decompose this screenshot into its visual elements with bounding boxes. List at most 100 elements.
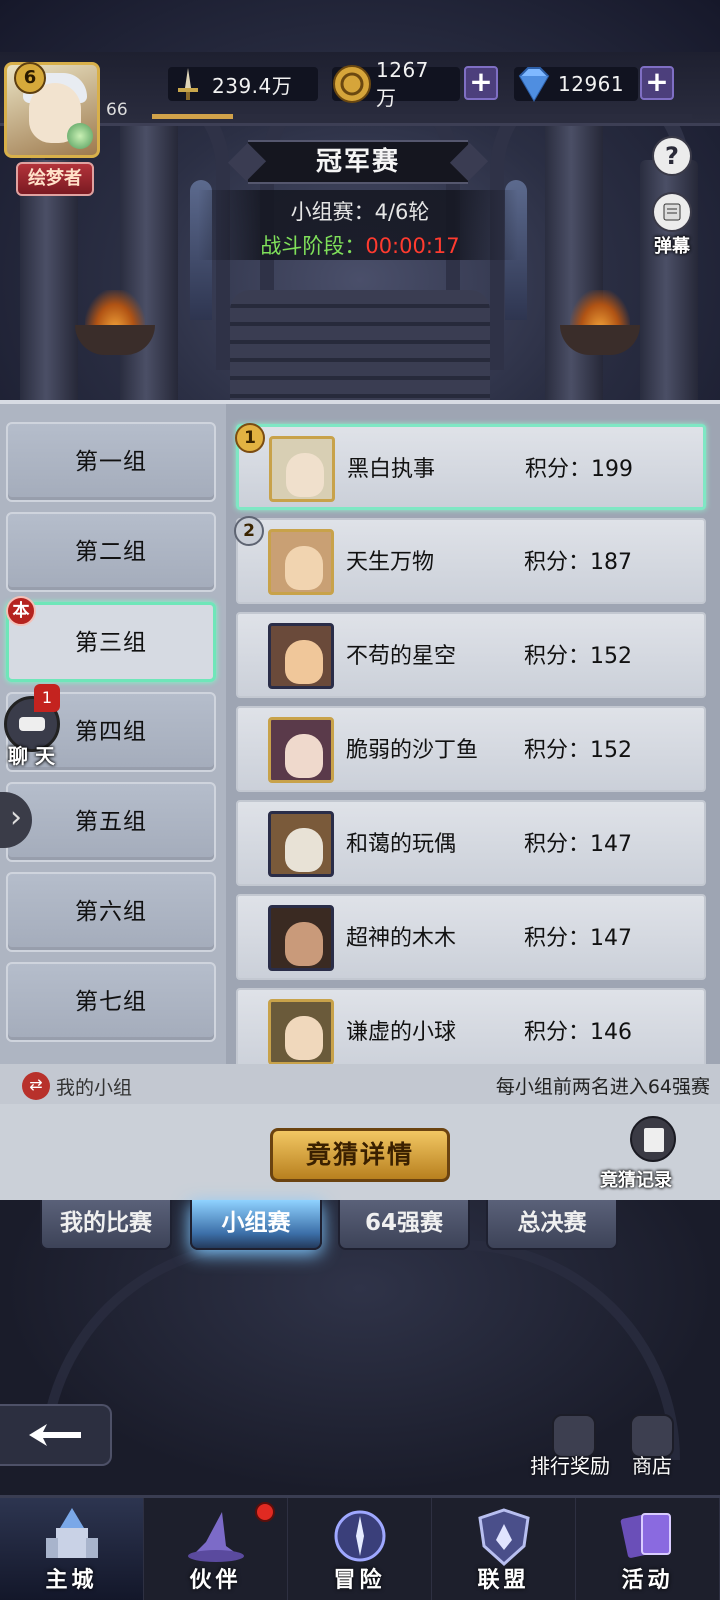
player-row[interactable]: 1 黑白执事 积分：199 xyxy=(235,423,706,510)
nav-label: 主城 xyxy=(45,1568,98,1593)
rank-medal-icon: 1 xyxy=(235,423,265,453)
danmu-label: 弹幕 xyxy=(654,236,690,257)
gold-coin-icon xyxy=(332,64,372,104)
phase-info: 战斗阶段：00:00:17 xyxy=(0,230,720,260)
phase-label: 战斗阶段： xyxy=(260,234,366,258)
diamond-icon xyxy=(514,64,554,104)
player-name: 黑白执事 xyxy=(347,457,436,482)
compass-icon xyxy=(334,1510,386,1562)
diamond-value: 12961 xyxy=(558,72,625,96)
bottom-nav: 主城 伙伴 冒险 联盟 活动 xyxy=(0,1495,720,1600)
player-portrait xyxy=(268,623,334,689)
group-footer: ⇄ 我的小组 每小组前两名进入64强赛 xyxy=(0,1064,720,1104)
my-group-label: 我的小组 xyxy=(56,1076,133,1099)
power-value: 239.4万 xyxy=(212,73,293,98)
arena-stairs xyxy=(230,290,490,400)
back-button[interactable] xyxy=(0,1404,112,1466)
sword-icon xyxy=(168,64,208,104)
player-name: 谦虚的小球 xyxy=(346,1020,457,1045)
power-resource: 239.4万 xyxy=(168,62,318,106)
bet-record-icon[interactable] xyxy=(630,1116,676,1162)
player-row[interactable]: 脆弱的沙丁鱼 积分：152 xyxy=(236,706,706,792)
player-name: 脆弱的沙丁鱼 xyxy=(346,738,479,763)
cards-icon xyxy=(620,1513,671,1558)
phase-timer: 00:00:17 xyxy=(365,234,460,258)
danmu-button[interactable] xyxy=(652,192,692,232)
group-tab-5[interactable]: 第五组 xyxy=(6,782,216,862)
nav-label: 联盟 xyxy=(477,1568,530,1593)
nav-item-adventure[interactable]: 冒险 xyxy=(288,1498,432,1600)
group-tab-1[interactable]: 第一组 xyxy=(6,422,216,502)
player-score: 积分：147 xyxy=(524,926,632,951)
player-portrait xyxy=(268,811,334,877)
player-score: 积分：187 xyxy=(524,550,632,575)
rank-medal-icon: 2 xyxy=(234,516,264,546)
exp-bar-fill xyxy=(152,114,233,119)
group-tab-6[interactable]: 第六组 xyxy=(6,872,216,952)
shop-label[interactable]: 商店 xyxy=(632,1450,672,1479)
player-name: 超神的木木 xyxy=(346,926,457,951)
nav-item-partner[interactable]: 伙伴 xyxy=(144,1498,288,1600)
rank-reward-label[interactable]: 排行奖励 xyxy=(530,1450,610,1479)
bet-record-label[interactable]: 竟猜记录 xyxy=(600,1166,672,1192)
shield-icon xyxy=(478,1508,530,1567)
gold-value: 1267万 xyxy=(376,57,429,110)
player-row[interactable]: 谦虚的小球 积分：146 xyxy=(236,988,706,1064)
group-panel: 第一组 第二组 第三组 第四组 第五组 第六组 第七组 1 黑白执事 积分：19… xyxy=(0,400,720,1204)
player-score: 积分：146 xyxy=(524,1020,632,1045)
player-row[interactable]: 超神的木木 积分：147 xyxy=(236,894,706,980)
gold-resource: 1267万 xyxy=(332,58,460,110)
round-text: 小组赛：4/6轮 xyxy=(290,200,430,224)
player-row[interactable]: 和蔼的玩偶 积分：147 xyxy=(236,800,706,886)
nav-item-event[interactable]: 活动 xyxy=(576,1498,720,1600)
player-title-badge[interactable]: 绘梦者 xyxy=(16,162,94,196)
scroll-icon xyxy=(663,203,681,221)
group-tab-3[interactable]: 第三组 xyxy=(6,602,216,682)
tab-group-stage[interactable]: 小组赛 xyxy=(190,1200,322,1250)
player-portrait xyxy=(268,905,334,971)
bet-details-button[interactable]: 竟猜详情 xyxy=(270,1128,450,1182)
player-score: 积分：152 xyxy=(524,644,632,669)
witch-hat-icon xyxy=(188,1512,244,1562)
player-score: 积分：199 xyxy=(525,457,633,482)
player-row[interactable]: 2 天生万物 积分：187 xyxy=(234,516,706,604)
exp-bar xyxy=(152,114,692,119)
page-title: 冠军赛 xyxy=(248,140,468,184)
element-orb-icon xyxy=(67,123,93,149)
castle-icon xyxy=(46,1508,98,1558)
group-tab-2[interactable]: 第二组 xyxy=(6,512,216,592)
player-portrait xyxy=(268,717,334,783)
player-row[interactable]: 不苟的星空 积分：152 xyxy=(236,612,706,698)
bet-strip: 竟猜详情 竟猜记录 xyxy=(0,1104,720,1204)
advance-rule-text: 每小组前两名进入64强赛 xyxy=(495,1076,710,1098)
tab-top64[interactable]: 64强赛 xyxy=(338,1200,470,1250)
player-score: 积分：152 xyxy=(524,738,632,763)
player-name: 和蔼的玩偶 xyxy=(346,832,457,857)
chat-icon xyxy=(19,717,45,731)
group-tab-7[interactable]: 第七组 xyxy=(6,962,216,1042)
player-name: 天生万物 xyxy=(346,550,435,575)
add-gold-button[interactable]: + xyxy=(464,66,498,100)
add-diamond-button[interactable]: + xyxy=(640,66,674,100)
player-score: 积分：147 xyxy=(524,832,632,857)
swap-icon: ⇄ xyxy=(22,1072,50,1100)
nav-label: 活动 xyxy=(621,1568,674,1593)
player-level: 66 xyxy=(106,100,128,120)
my-group-button[interactable]: ⇄ 我的小组 xyxy=(22,1072,132,1100)
my-group-badge: 本 xyxy=(6,596,36,626)
help-button[interactable]: ? xyxy=(652,136,692,176)
chat-unread-count: 1 xyxy=(34,684,60,712)
player-portrait xyxy=(268,529,334,595)
player-portrait xyxy=(269,436,335,502)
vip-level-badge: 6 xyxy=(14,62,46,94)
back-arrow-icon xyxy=(29,1424,81,1446)
nav-item-main-city[interactable]: 主城 xyxy=(0,1498,144,1600)
tab-finals[interactable]: 总决赛 xyxy=(486,1200,618,1250)
tab-my-match[interactable]: 我的比赛 xyxy=(40,1200,172,1250)
nav-item-alliance[interactable]: 联盟 xyxy=(432,1498,576,1600)
player-ranking-list[interactable]: 1 黑白执事 积分：199 2 天生万物 积分：187 不苟的星空 积分：152… xyxy=(226,404,720,1064)
chat-label[interactable]: 聊 天 xyxy=(8,740,55,769)
nav-label: 冒险 xyxy=(333,1568,386,1593)
notification-dot xyxy=(255,1502,275,1522)
nav-label: 伙伴 xyxy=(189,1568,242,1593)
